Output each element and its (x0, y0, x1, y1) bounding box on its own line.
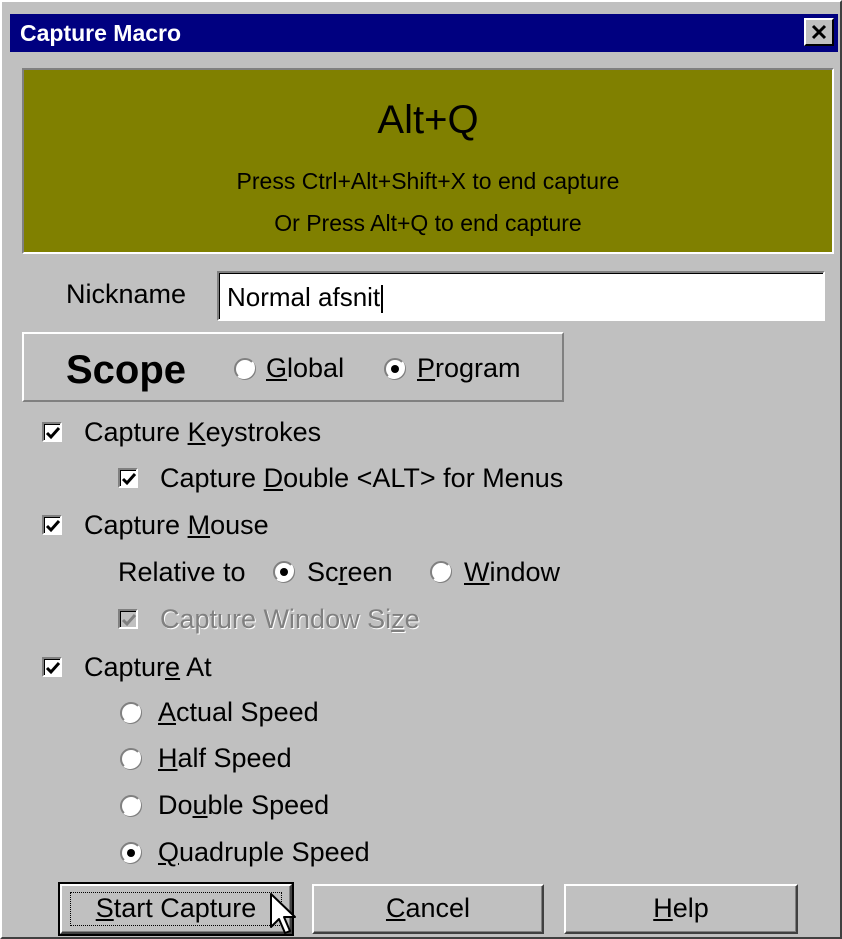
capture-status-banner: Alt+Q Press Ctrl+Alt+Shift+X to end capt… (22, 68, 834, 254)
title-bar: Capture Macro (10, 14, 838, 52)
focus-rectangle (70, 892, 282, 926)
double-speed-radio[interactable] (120, 795, 142, 817)
nickname-label: Nickname (66, 279, 187, 309)
hotkey-display: Alt+Q (377, 98, 479, 142)
double-speed-label[interactable]: Double Speed (158, 789, 329, 821)
quadruple-speed-radio[interactable] (120, 842, 142, 864)
scope-global-radio[interactable] (234, 358, 256, 380)
scope-program-radio[interactable] (384, 358, 406, 380)
check-icon (121, 473, 137, 486)
nickname-value: Normal afsnit (227, 282, 381, 312)
half-speed-radio[interactable] (120, 748, 142, 770)
capture-keystrokes-label[interactable]: Capture Keystrokes (84, 416, 321, 448)
cancel-button[interactable]: Cancel (312, 884, 544, 934)
relative-to-label: Relative to (118, 557, 246, 587)
actual-speed-radio[interactable] (120, 702, 142, 724)
scope-global-label[interactable]: Global (266, 352, 344, 384)
capture-window-size-checkbox (118, 609, 138, 629)
scope-program-label[interactable]: Program (417, 352, 521, 384)
check-icon (45, 662, 61, 675)
nickname-input[interactable]: Normal afsnit (217, 271, 825, 321)
relative-screen-radio[interactable] (273, 561, 295, 583)
capture-keystrokes-checkbox[interactable] (42, 422, 62, 442)
check-icon (45, 427, 61, 440)
check-icon (121, 614, 137, 627)
capture-mouse-checkbox[interactable] (42, 515, 62, 535)
scope-group: Scope Global Program (22, 332, 564, 402)
capture-double-alt-checkbox[interactable] (118, 468, 138, 488)
relative-window-radio[interactable] (430, 561, 452, 583)
capture-double-alt-label[interactable]: Capture Double <ALT> for Menus (160, 462, 563, 494)
end-capture-message-2: Or Press Alt+Q to end capture (274, 210, 582, 236)
window-title: Capture Macro (20, 20, 182, 46)
capture-at-label[interactable]: Capture At (84, 651, 212, 683)
close-icon (811, 24, 827, 40)
check-icon (45, 520, 61, 533)
help-button[interactable]: Help (564, 884, 798, 934)
half-speed-label[interactable]: Half Speed (158, 742, 292, 774)
close-button[interactable] (804, 18, 834, 46)
quadruple-speed-label[interactable]: Quadruple Speed (158, 836, 370, 868)
relative-screen-label[interactable]: Screen (307, 556, 393, 588)
capture-at-checkbox[interactable] (42, 657, 62, 677)
start-capture-button[interactable]: Start Capture (58, 882, 294, 936)
capture-window-size-label: Capture Window Size (160, 604, 420, 634)
mouse-pointer-icon (270, 893, 296, 934)
end-capture-message-1: Press Ctrl+Alt+Shift+X to end capture (236, 168, 620, 194)
capture-mouse-label[interactable]: Capture Mouse (84, 509, 269, 541)
capture-macro-dialog: Capture Macro Alt+Q Press Ctrl+Alt+Shift… (0, 0, 842, 939)
scope-title: Scope (66, 348, 187, 392)
relative-window-label[interactable]: Window (464, 556, 560, 588)
actual-speed-label[interactable]: Actual Speed (158, 696, 319, 728)
text-caret (381, 285, 384, 314)
